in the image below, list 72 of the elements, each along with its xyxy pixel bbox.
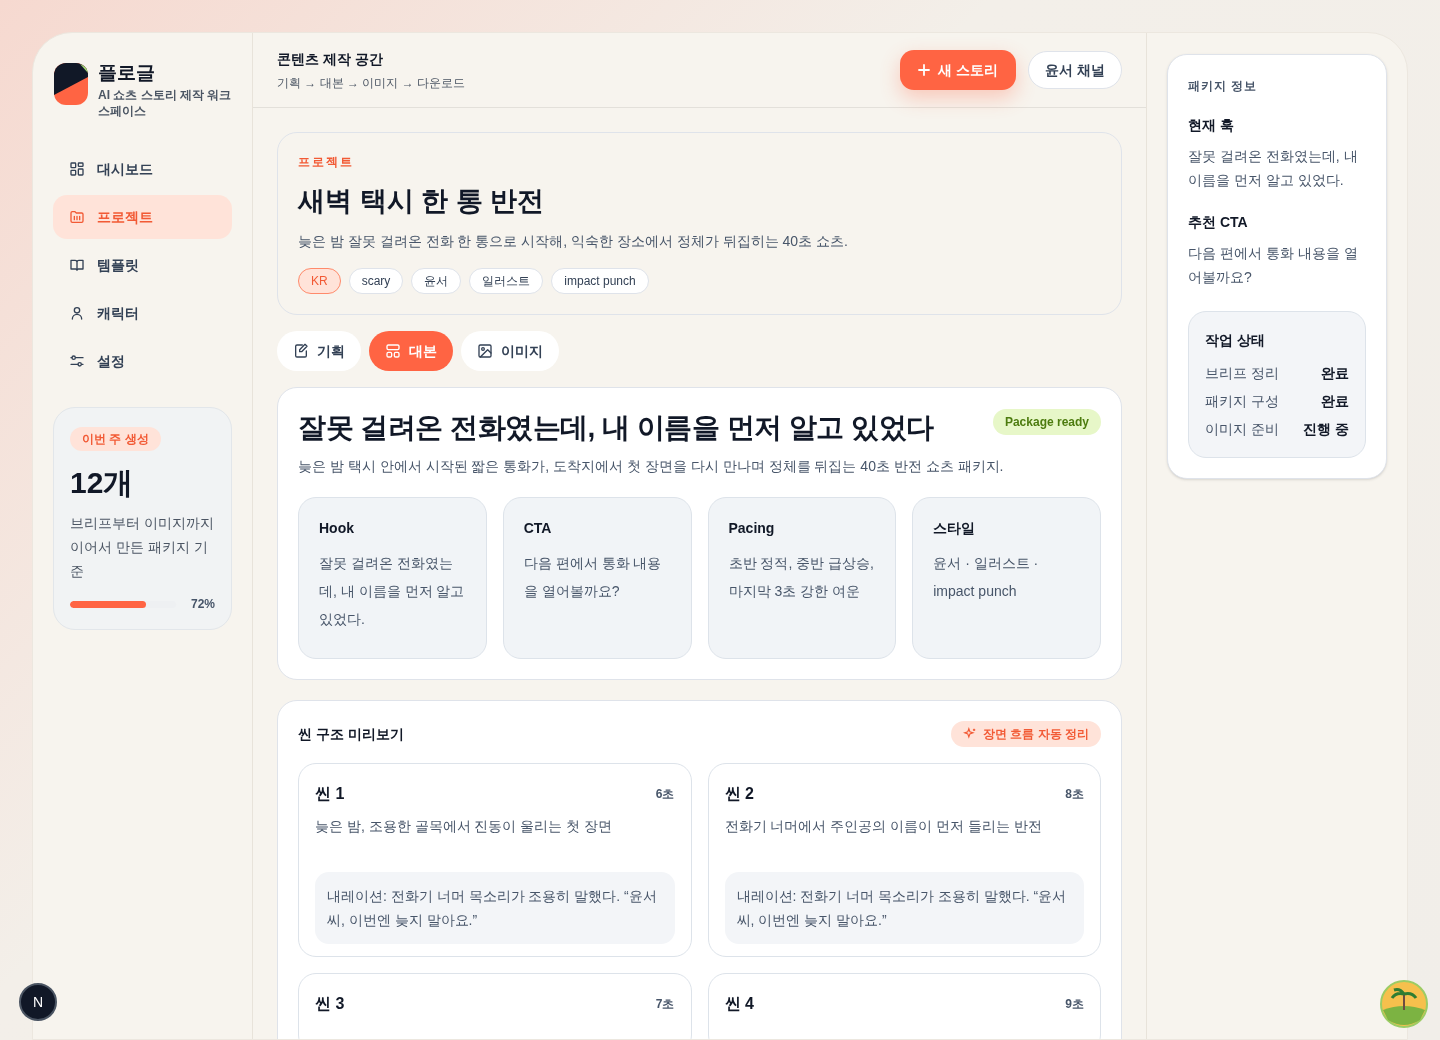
section-title: 씬 구조 미리보기 (298, 724, 404, 744)
scene-description: 전화기 너머에서 주인공의 이름이 먼저 들리는 반전 (724, 817, 1043, 836)
tag: KR (298, 268, 341, 294)
tag: 일러스트 (469, 268, 544, 294)
app-name: 플로글 (98, 61, 156, 85)
sidebar-nav-item[interactable]: 캐릭터 (53, 291, 232, 335)
scene-duration: 6초 (655, 786, 675, 803)
tab[interactable]: 기획 (277, 331, 361, 371)
scene-title: 씬 4 (724, 994, 754, 1014)
status-badge: Package ready (992, 409, 1101, 435)
page-title: 콘텐츠 제작 공간 (277, 49, 384, 69)
sidebar-nav-item[interactable]: 설정 (53, 339, 232, 383)
book-icon (69, 257, 85, 273)
app-logo-icon (54, 63, 88, 105)
app-tagline: AI 쇼츠 스토리 제작 워크스페이스 (98, 87, 233, 119)
breadcrumb: 기획 → 대본 → 이미지 → 다운로드 (277, 74, 465, 92)
summary-card-title: CTA (523, 519, 553, 538)
info-section-text: 잘못 걸려온 전화였는데, 내 이름을 먼저 알고 있었다. (1188, 147, 1359, 190)
summary-card-title: 스타일 (933, 519, 977, 538)
sidebar-nav-item[interactable]: 대시보드 (53, 147, 232, 191)
status-value: 완료 (1321, 391, 1349, 411)
summary-card-text: 다음 편에서 통화 내용을 열어볼까요? (523, 554, 663, 601)
sparkle-icon (963, 727, 977, 741)
info-heading: 패키지 정보 (1188, 78, 1259, 95)
project-title: 새벽 택시 한 통 반전 (298, 185, 545, 218)
layout-icon (385, 343, 401, 359)
status-label: 브리프 정리 (1205, 363, 1279, 383)
package-summary: 늦은 밤 택시 안에서 시작된 짧은 통화가, 도착지에서 첫 장면을 다시 만나며 정체를 뒤집는 40초 반전 쇼츠 패키지. (298, 457, 1005, 476)
settings-icon (69, 353, 85, 369)
weekly-description: 브리프부터 이미지까지 이어서 만든 패키지 기준 (70, 514, 215, 581)
info-section-title: 추천 CTA (1188, 213, 1249, 232)
scene-title: 씬 3 (315, 994, 345, 1014)
status-value: 진행 중 (1303, 419, 1349, 439)
scene-title: 씬 1 (315, 784, 345, 804)
summary-card-text: 잘못 걸려온 전화였는데, 내 이름을 먼저 알고 있었다. (319, 554, 466, 629)
plus-icon (918, 64, 931, 76)
scene-duration: 7초 (655, 996, 675, 1013)
island-picture-icon[interactable] (1380, 980, 1428, 1028)
narration-box: 내레이션: 전화기 너머 목소리가 조용히 말했다. “윤서 씨, 이번엔 늦지 말아요.” (315, 872, 675, 944)
edit-icon (293, 343, 309, 359)
summary-card-title: Hook (319, 519, 355, 538)
status-label: 이미지 준비 (1205, 419, 1279, 439)
info-section-text: 다음 편에서 통화 내용을 열어볼까요? (1188, 244, 1359, 287)
channel-button[interactable]: 윤서 채널 (1028, 51, 1122, 89)
scene-duration: 9초 (1065, 996, 1084, 1013)
sidebar-nav-item[interactable]: 템플릿 (53, 243, 232, 287)
dev-indicator-button[interactable]: N (19, 983, 57, 1021)
scene-title: 씬 2 (724, 784, 754, 804)
progress-percent: 72% (190, 596, 215, 613)
tag: impact punch (551, 268, 649, 294)
tab[interactable]: 이미지 (461, 331, 559, 371)
project-description: 늦은 밤 잘못 걸려온 전화 한 통으로 시작해, 익숙한 장소에서 정체가 뒤집히는 40초 쇼츠. (298, 232, 849, 251)
dashboard-icon (69, 161, 85, 177)
work-status-title: 작업 상태 (1205, 331, 1266, 350)
image-icon (477, 343, 493, 359)
status-label: 패키지 구성 (1205, 391, 1279, 411)
status-value: 완료 (1321, 363, 1349, 383)
summary-card-title: Pacing (728, 519, 776, 538)
narration-box: 내레이션: 전화기 너머 목소리가 조용히 말했다. “윤서 씨, 이번엔 늦지 말아요.” (724, 872, 1084, 944)
package-title: 잘못 걸려온 전화였는데, 내 이름을 먼저 알고 있었다 (298, 411, 934, 445)
project-eyebrow: 프로젝트 (298, 154, 355, 171)
info-section-title: 현재 훅 (1188, 116, 1235, 135)
weekly-badge: 이번 주 생성 (70, 427, 161, 451)
summary-card-text: 초반 정적, 중반 급상승, 마지막 3초 강한 여운 (728, 554, 875, 601)
scene-description: 늦은 밤, 조용한 골목에서 진동이 울리는 첫 장면 (315, 817, 614, 836)
scene-duration: 8초 (1065, 786, 1084, 803)
folder-icon (69, 209, 85, 225)
tag: 윤서 (411, 268, 462, 294)
user-icon (69, 305, 85, 321)
weekly-count: 12개 (70, 465, 135, 501)
summary-card-text: 윤서 · 일러스트 · impact punch (933, 554, 1040, 601)
tag: scary (348, 268, 404, 294)
